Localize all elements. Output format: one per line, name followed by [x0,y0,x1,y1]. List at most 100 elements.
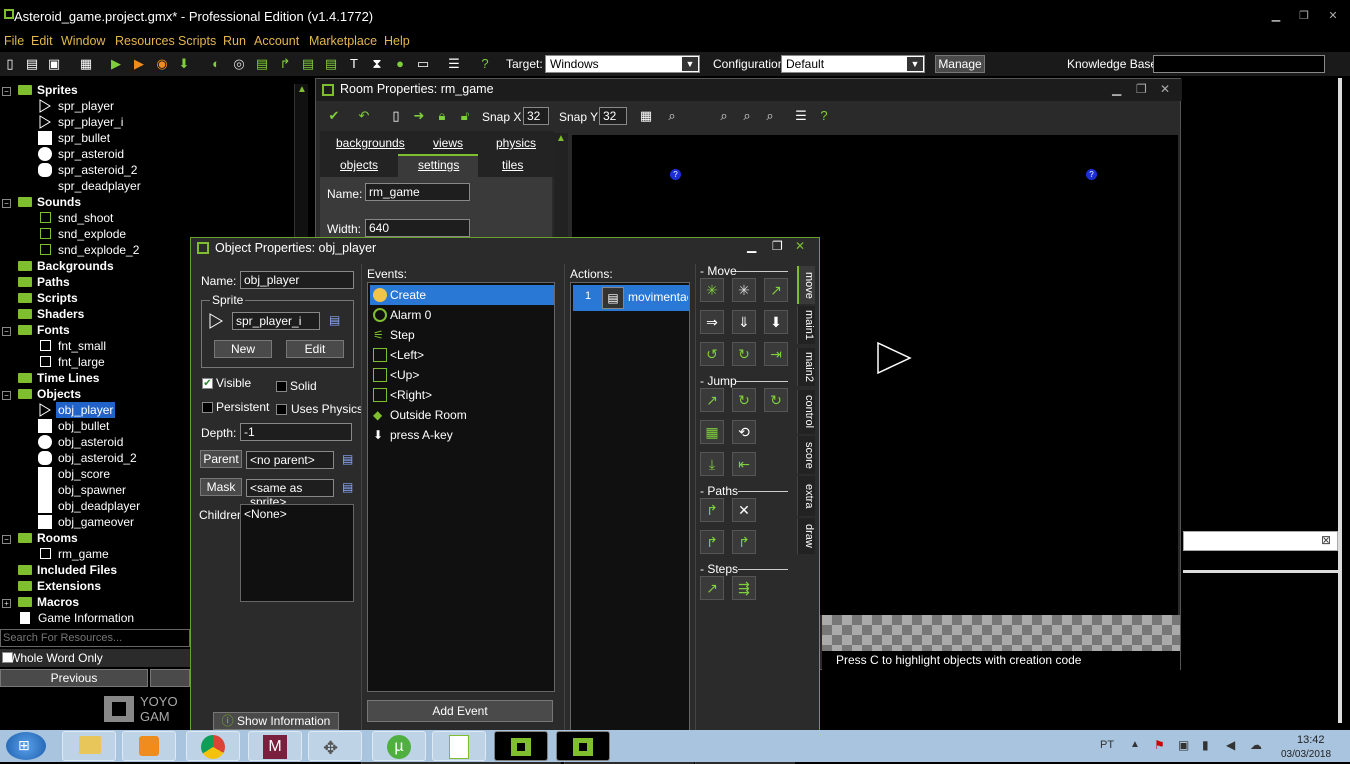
move-towards-icon[interactable]: ↗ [764,278,788,302]
bounce-icon[interactable]: ⇤ [732,452,756,476]
taskbar-chrome[interactable] [186,731,240,761]
tab-views[interactable]: views [433,136,463,150]
next-button[interactable] [150,669,190,687]
set-friction-icon[interactable]: ⇥ [764,342,788,366]
tree-item-rm-game[interactable]: rm_game [58,546,109,562]
language-indicator[interactable]: PT [1100,739,1114,751]
player-ship-instance-icon[interactable] [876,341,912,375]
step-avoiding-icon[interactable]: ⇶ [732,576,756,600]
zoom-out-icon[interactable]: ⌕ [716,108,732,124]
taskbar-gamemaker-1[interactable] [494,731,548,761]
path-position-icon[interactable]: ↱ [700,530,724,554]
snapy-input[interactable]: 32 [599,107,627,125]
vtab-score[interactable]: score [797,436,815,474]
start-button[interactable]: ⊞ [6,732,46,760]
manage-button[interactable]: Manage [935,55,985,73]
tab-objects[interactable]: objects [340,158,378,172]
folder-included-files[interactable]: Included Files [18,562,117,578]
taskbar-notepad[interactable] [432,731,486,761]
side-panel-close-icon[interactable]: ⊠ [1321,533,1331,547]
build-icon[interactable]: ⬇ [176,56,192,72]
align-to-grid-icon[interactable]: ▦ [700,420,724,444]
tab-physics[interactable]: physics [496,136,536,150]
config-select[interactable]: Default ▼ [781,55,925,73]
collapse-icon[interactable]: − [2,327,11,336]
minimize-button[interactable]: ▁ [1268,10,1284,22]
tab-backgrounds[interactable]: backgrounds [336,136,405,150]
tree-item-snd-shoot[interactable]: snd_shoot [58,210,113,226]
vtab-draw[interactable]: draw [797,518,815,554]
folder-scripts[interactable]: Scripts [18,290,78,306]
scroll-up-icon[interactable]: ▲ [297,84,307,95]
ok-check-icon[interactable]: ✔ [326,108,342,124]
end-path-icon[interactable]: ✕ [732,498,756,522]
object-icon[interactable]: ● [392,56,408,72]
move-to-contact-icon[interactable]: ⤓ [700,452,724,476]
jump-to-start-icon[interactable]: ↻ [732,388,756,412]
tab-settings[interactable]: settings [418,158,459,172]
event-step[interactable]: ⚟ Step [370,325,554,345]
speed-vertical-icon[interactable]: ⇓ [732,310,756,334]
folder-timelines[interactable]: Time Lines [18,370,99,386]
tree-item-fnt-small[interactable]: fnt_small [58,338,106,354]
menu-account[interactable]: Account [254,34,299,48]
room-name-input[interactable]: rm_game [365,183,470,201]
timeline-icon[interactable]: ⧗ [369,56,385,72]
flag-icon[interactable]: ⚑ [1154,738,1165,752]
menu-window[interactable]: Window [61,34,105,48]
font-icon[interactable]: T [346,56,362,72]
clock-time[interactable]: 13:42 [1297,734,1325,746]
snapx-input[interactable]: 32 [523,107,549,125]
settings-list-icon[interactable]: ☰ [446,56,462,72]
save-icon[interactable]: ▣ [46,56,62,72]
obj-maximize-button[interactable]: ❐ [772,239,783,253]
tray-expand-icon[interactable]: ▲ [1130,739,1140,750]
clear-icon[interactable]: ▯ [388,108,404,124]
clock-date[interactable]: 03/03/2018 [1281,749,1331,760]
taskbar-utorrent[interactable]: µ [372,731,426,761]
event-press-a-key[interactable]: ⬇ press A-key [370,425,554,445]
restore-button[interactable]: ❐ [1296,10,1312,22]
shift-icon[interactable]: ➜ [411,108,427,124]
vtab-main1[interactable]: main1 [797,306,815,344]
sprite-icon[interactable]: ◐ [208,56,224,72]
folder-sprites[interactable]: Sprites [18,82,78,98]
move-free-icon[interactable]: ✳ [732,278,756,302]
view-search-icon[interactable]: ⌕ [664,108,680,124]
event-alarm-0[interactable]: Alarm 0 [370,305,554,325]
collapse-icon[interactable]: − [2,87,11,96]
tree-item-spr-deadplayer[interactable]: spr_deadplayer [58,178,141,194]
tree-item-obj-asteroid[interactable]: obj_asteroid [58,434,123,450]
tree-item-obj-score[interactable]: obj_score [58,466,110,482]
tree-item-spr-player[interactable]: spr_player [58,98,114,114]
reverse-horizontal-icon[interactable]: ↺ [700,342,724,366]
tree-item-obj-player[interactable]: obj_player [56,402,116,418]
tab-tiles[interactable]: tiles [502,158,523,172]
physics-checkbox[interactable] [276,404,287,415]
menu-resources[interactable]: Resources [115,34,175,48]
folder-macros[interactable]: Macros [18,594,79,610]
folder-fonts[interactable]: Fonts [18,322,70,338]
lock-icon[interactable]: 🔒︎ [434,108,450,124]
vtab-control[interactable]: control [797,390,815,434]
taskbar-gamepad[interactable]: ✥ [308,731,362,761]
room-width-input[interactable]: 640 [365,219,470,237]
menu-scripts[interactable]: Scripts [178,34,216,48]
previous-button[interactable]: Previous [0,669,148,687]
folder-rooms[interactable]: Rooms [18,530,78,546]
folder-paths[interactable]: Paths [18,274,70,290]
room-maximize-button[interactable]: ❐ [1136,82,1147,96]
collapse-icon[interactable]: − [2,199,11,208]
event-up[interactable]: <Up> [370,365,554,385]
children-list[interactable]: <None> [240,504,354,602]
folder-extensions[interactable]: Extensions [18,578,101,594]
reverse-vertical-icon[interactable]: ↻ [732,342,756,366]
tree-item-fnt-large[interactable]: fnt_large [58,354,105,370]
solid-checkbox[interactable] [276,381,287,392]
sound-icon[interactable]: ◎ [231,56,247,72]
jump-to-random-icon[interactable]: ↻ [764,388,788,412]
room-help-icon[interactable]: ? [816,108,832,124]
folder-objects[interactable]: Objects [18,386,81,402]
tree-item-spr-player-i[interactable]: spr_player_i [58,114,123,130]
room-minimize-button[interactable]: ▁ [1112,82,1121,96]
